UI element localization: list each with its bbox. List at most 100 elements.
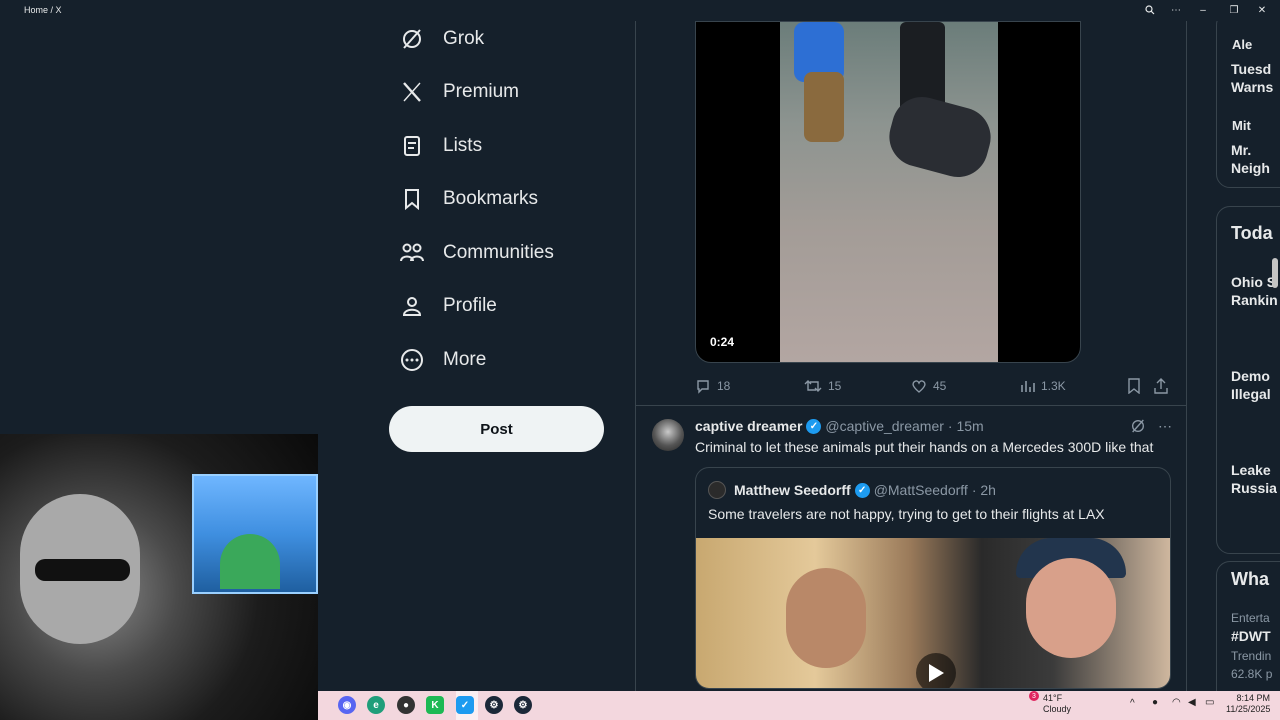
repost-icon [804, 380, 822, 392]
microphone-icon[interactable]: ● [1152, 697, 1158, 708]
tweet-actions: 18 15 45 1.3K [695, 376, 1175, 396]
edge-icon[interactable]: e [367, 696, 385, 714]
like-button[interactable]: 45 [911, 376, 946, 396]
like-count: 45 [933, 379, 947, 393]
today-news-box: Toda Ohio S Rankin Demo Illegal Leake Ru… [1216, 206, 1280, 554]
video-frame [780, 22, 998, 362]
nav-label: Premium [443, 81, 520, 102]
grok-icon[interactable] [1130, 418, 1146, 437]
tweet-video[interactable]: 0:24 [695, 21, 1081, 363]
video-person [804, 72, 844, 142]
sunglasses [35, 559, 130, 581]
quote-author-handle[interactable]: @MattSeedorff [874, 482, 968, 498]
heart-icon [912, 380, 926, 393]
nav-item-bookmarks[interactable]: Bookmarks [390, 181, 620, 217]
live-item[interactable]: Mr. [1231, 142, 1251, 158]
webcam-overlay [0, 434, 318, 720]
live-item[interactable]: Tuesd [1231, 61, 1271, 77]
taskbar-clock[interactable]: 8:14 PM 11/25/2025 [1226, 693, 1270, 715]
trend-item[interactable]: #DWT [1231, 628, 1271, 644]
communities-icon [399, 240, 425, 266]
list-icon [399, 133, 425, 159]
more-circle-icon [399, 347, 425, 373]
avatar[interactable] [708, 481, 726, 499]
post-button[interactable]: Post [389, 406, 604, 452]
nav-item-profile[interactable]: Profile [390, 288, 620, 324]
tweet-menu: ⋯ [1130, 418, 1172, 437]
repost-button[interactable]: 15 [804, 376, 841, 396]
whats-happening-box: Wha Enterta #DWT Trendin 62.8K p [1216, 561, 1280, 691]
views-count: 1.3K [1041, 379, 1066, 393]
video-duration: 0:24 [710, 335, 735, 349]
twitter-icon[interactable]: ✓ [456, 696, 474, 714]
weather-temp: 41°F [1043, 693, 1063, 703]
section-title: Toda [1231, 223, 1273, 243]
reply-count: 18 [717, 379, 731, 393]
discord-icon[interactable]: ◉ [338, 696, 356, 714]
restore-icon[interactable]: ❐ [1226, 3, 1242, 17]
nav-item-more[interactable]: More [390, 342, 620, 378]
nav-item-grok[interactable]: Grok [390, 21, 620, 57]
quote-video-thumbnail[interactable] [696, 538, 1170, 688]
menu-dots-icon[interactable]: ⋯ [1168, 3, 1184, 17]
steam-icon[interactable]: ⚙ [514, 696, 532, 714]
nav-label: More [443, 349, 487, 370]
news-item[interactable]: Demo [1231, 368, 1270, 384]
tweet-time[interactable]: · 15m [948, 418, 984, 434]
tweet-text: Criminal to let these animals put their … [695, 439, 1154, 455]
trend-category: Trendin [1231, 649, 1272, 663]
live-item[interactable]: Warns [1231, 79, 1273, 95]
volume-icon[interactable]: ◀ [1188, 697, 1196, 708]
steam-icon[interactable]: ⚙ [485, 696, 503, 714]
kick-icon[interactable]: K [426, 696, 444, 714]
quote-author-name[interactable]: Matthew Seedorff [734, 482, 851, 498]
nav-item-lists[interactable]: Lists [390, 128, 620, 164]
share-icon [1154, 378, 1168, 394]
close-icon[interactable]: ✕ [1254, 3, 1270, 17]
taskbar-weather[interactable]: 41°F Cloudy [1043, 693, 1071, 715]
wifi-icon[interactable]: ◠ [1172, 697, 1181, 708]
nav-label: Lists [443, 135, 483, 156]
avatar[interactable] [652, 419, 684, 451]
minimize-icon[interactable]: – [1195, 3, 1211, 17]
news-item[interactable]: Rankin [1231, 292, 1278, 308]
quote-tweet[interactable]: Matthew Seedorff ✓ @MattSeedorff · 2h So… [695, 467, 1171, 689]
nav-label: Profile [443, 295, 497, 316]
quote-time: · 2h [971, 482, 996, 498]
chrome-icon[interactable]: ● [397, 696, 415, 714]
more-options-icon[interactable]: ⋯ [1158, 418, 1172, 437]
nav-label: Grok [443, 28, 485, 49]
live-item[interactable]: Ale [1232, 37, 1252, 52]
page-scrollbar[interactable] [1272, 258, 1278, 288]
battery-icon[interactable]: ▭ [1205, 697, 1214, 708]
author-name[interactable]: captive dreamer [695, 418, 802, 434]
news-item[interactable]: Illegal [1231, 386, 1271, 402]
author-handle[interactable]: @captive_dreamer [825, 418, 944, 434]
news-item[interactable]: Ohio S [1231, 274, 1276, 290]
nav-item-communities[interactable]: Communities [390, 235, 620, 271]
share-button[interactable] [1154, 376, 1168, 396]
views-icon [1021, 381, 1035, 392]
taskbar: ◉ e ● K ✓ ⚙ ⚙ [318, 691, 1280, 720]
bookmark-button[interactable] [1127, 376, 1141, 396]
news-item[interactable]: Leake [1231, 462, 1271, 478]
right-sidebar: Ale Tuesd Warns Mit Mr. Neigh Toda Ohio … [1216, 21, 1280, 691]
views-button[interactable]: 1.3K [1019, 376, 1066, 396]
zoom-icon[interactable] [1142, 3, 1158, 17]
nav-item-premium[interactable]: Premium [390, 74, 620, 110]
live-item[interactable]: Neigh [1231, 160, 1270, 176]
quote-text: Some travelers are not happy, trying to … [708, 506, 1105, 522]
play-icon[interactable] [916, 653, 956, 688]
news-item[interactable]: Russia [1231, 480, 1277, 496]
live-item[interactable]: Mit [1232, 118, 1251, 133]
video-person [1026, 558, 1116, 658]
weather-desc: Cloudy [1043, 704, 1072, 714]
bookmark-icon [1128, 378, 1140, 394]
tray-chevron-icon[interactable]: ^ [1130, 698, 1135, 709]
trend-count: 62.8K p [1231, 667, 1273, 681]
verified-badge-icon: ✓ [806, 418, 822, 434]
feed-divider-left [635, 21, 636, 691]
reply-button[interactable]: 18 [695, 376, 730, 396]
grok-icon [399, 26, 425, 52]
trend-category: Enterta [1231, 611, 1270, 625]
